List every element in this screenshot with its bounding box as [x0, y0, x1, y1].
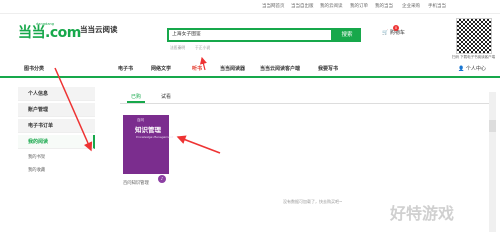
- annotation-arrows: [54, 56, 221, 154]
- arrow-to-my-reading: [54, 67, 93, 152]
- arrow-to-book: [176, 135, 221, 154]
- arrow-to-audiobooks-nav: [199, 56, 207, 71]
